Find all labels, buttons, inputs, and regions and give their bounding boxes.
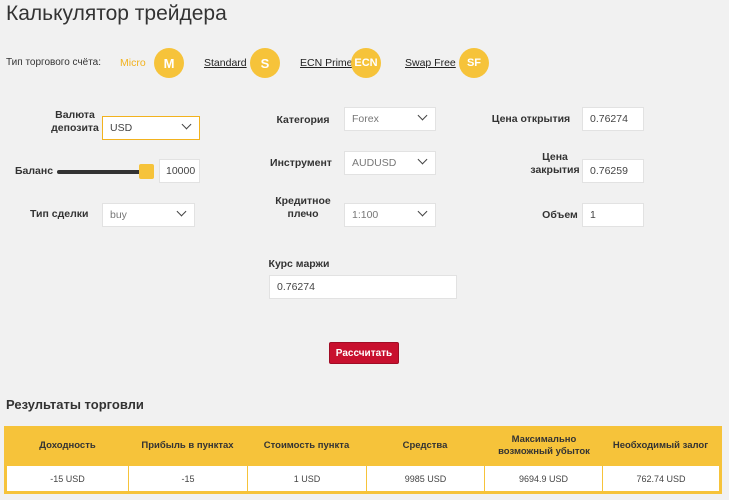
column-header-required-margin: Необходимый залог [612, 440, 709, 451]
instrument-value: AUDUSD [352, 157, 397, 169]
instrument-label: Инструмент [270, 157, 332, 169]
cell-required-margin: 762.74 USD [602, 466, 719, 491]
trade-type-select[interactable]: buy [102, 203, 195, 227]
chevron-down-icon [176, 206, 187, 217]
close-price-input[interactable]: 0.76259 [582, 159, 644, 183]
results-title: Результаты торговли [6, 397, 144, 412]
chevron-down-icon [417, 206, 428, 217]
swap-free-badge-icon: SF [459, 48, 489, 78]
account-type-ecn-prime[interactable]: ECN Prime ECN [300, 48, 392, 78]
cell-max-loss: 9694.9 USD [484, 466, 602, 491]
open-price-input[interactable]: 0.76274 [582, 107, 644, 131]
close-price-label-line1: Цена [542, 151, 568, 163]
standard-badge-icon: S [250, 48, 280, 78]
category-select[interactable]: Forex [344, 107, 436, 131]
open-price-value: 0.76274 [590, 113, 628, 125]
balance-value: 10000 [166, 165, 196, 177]
cell-profit-pips: -15 [128, 466, 247, 491]
deposit-currency-select[interactable]: USD [102, 116, 200, 140]
category-label: Категория [276, 114, 330, 126]
volume-input[interactable]: 1 [582, 203, 644, 227]
close-price-label: Цена закрытия [518, 151, 592, 177]
chevron-down-icon [181, 119, 192, 130]
deposit-currency-value: USD [110, 122, 133, 134]
balance-input[interactable]: 10000 [159, 159, 200, 183]
micro-badge-icon: M [154, 48, 184, 78]
account-type-ecn-prime-label: ECN Prime [300, 57, 353, 69]
chevron-down-icon [417, 154, 428, 165]
page-title: Калькулятор трейдера [6, 2, 227, 25]
column-header-max-loss: Максимально возможный убыток [498, 434, 590, 457]
margin-rate-value: 0.76274 [277, 281, 315, 293]
chevron-down-icon [417, 110, 428, 121]
balance-slider-track[interactable] [57, 170, 143, 174]
balance-label: Баланс [15, 165, 54, 177]
account-type-selector: Тип торгового счёта: Micro M Standard S … [6, 48, 526, 78]
leverage-label-line1: Кредитное [275, 195, 331, 207]
cell-equity: 9985 USD [366, 466, 484, 491]
results-table: Доходность Прибыль в пунктах Стоимость п… [4, 426, 722, 494]
account-type-micro[interactable]: Micro M [120, 48, 190, 78]
close-price-label-line2: закрытия [530, 164, 580, 176]
account-type-micro-label: Micro [120, 57, 146, 69]
margin-rate-input[interactable]: 0.76274 [269, 275, 457, 299]
leverage-label-line2: плечо [287, 208, 319, 220]
results-table-header: Доходность Прибыль в пунктах Стоимость п… [4, 426, 722, 466]
open-price-label: Цена открытия [491, 113, 571, 125]
account-type-swap-free[interactable]: Swap Free SF [405, 48, 495, 78]
cell-profitability: -15 USD [7, 466, 128, 491]
volume-label: Объем [542, 209, 578, 221]
leverage-select[interactable]: 1:100 [344, 203, 436, 227]
column-header-pip-value: Стоимость пункта [263, 440, 350, 451]
instrument-select[interactable]: AUDUSD [344, 151, 436, 175]
account-type-standard-label: Standard [204, 57, 247, 69]
ecn-badge-icon: ECN [351, 48, 381, 78]
balance-slider-handle[interactable] [139, 164, 154, 179]
category-value: Forex [352, 113, 379, 125]
account-type-label: Тип торгового счёта: [6, 57, 102, 68]
trade-type-value: buy [110, 209, 127, 221]
volume-value: 1 [590, 209, 596, 221]
account-type-swap-free-label: Swap Free [405, 57, 456, 69]
column-header-equity: Средства [402, 440, 448, 451]
table-row: -15 USD -15 1 USD 9985 USD 9694.9 USD 76… [7, 466, 719, 491]
cell-pip-value: 1 USD [247, 466, 366, 491]
calculate-button[interactable]: Рассчитать [329, 342, 399, 364]
column-header-profit-pips: Прибыль в пунктах [141, 440, 234, 451]
column-header-profitability: Доходность [39, 440, 96, 451]
leverage-value: 1:100 [352, 209, 379, 221]
margin-rate-label: Курс маржи [268, 258, 330, 270]
close-price-value: 0.76259 [590, 165, 628, 177]
trade-type-label: Тип сделки [30, 208, 89, 220]
leverage-label: Кредитное плечо [268, 195, 338, 221]
account-type-standard[interactable]: Standard S [204, 48, 284, 78]
